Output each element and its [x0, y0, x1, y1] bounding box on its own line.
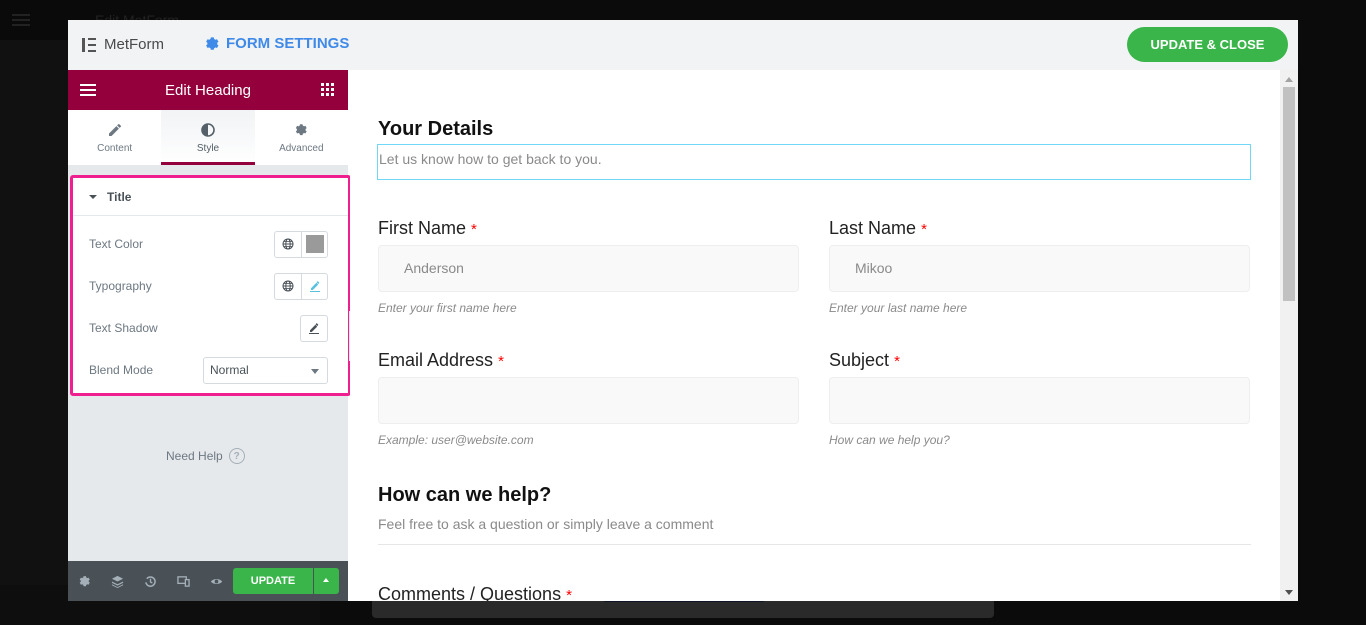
first-name-label: First Name * [378, 218, 477, 238]
text-color-picker[interactable] [301, 231, 327, 257]
email-label: Email Address * [378, 350, 504, 370]
canvas-scrollbar[interactable] [1280, 70, 1298, 601]
last-name-input[interactable]: Mikoo [829, 245, 1250, 292]
contrast-icon [201, 122, 215, 138]
caret-down-icon [89, 194, 97, 199]
first-name-help: Enter your first name here [378, 301, 517, 315]
panel-footer: UPDATE [68, 561, 348, 601]
comments-label: Comments / Questions * [378, 584, 572, 601]
update-button[interactable]: UPDATE [233, 568, 313, 594]
section-title: Title [107, 189, 132, 204]
need-help-label: Need Help [166, 449, 223, 463]
scroll-thumb[interactable] [1283, 87, 1295, 301]
title-style-section: Title Text Color Typography Text Shadow … [70, 175, 351, 396]
control-typography: Typography [73, 272, 348, 300]
blend-mode-label: Blend Mode [89, 363, 154, 377]
globe-icon [282, 280, 294, 292]
form-canvas: Your Details Let us know how to get back… [350, 70, 1280, 601]
control-text-shadow: Text Shadow [73, 314, 348, 342]
required-asterisk: * [566, 587, 572, 601]
background-menu-icon [12, 14, 30, 26]
form-settings-label: FORM SETTINGS [226, 35, 350, 52]
responsive-mode-icon[interactable] [175, 573, 191, 589]
tab-style-label: Style [196, 142, 220, 154]
subject-help: How can we help you? [829, 433, 950, 447]
panel-header: Edit Heading [68, 70, 348, 110]
text-color-label: Text Color [89, 237, 144, 251]
pencil-icon [309, 281, 320, 292]
tab-advanced[interactable]: Advanced [255, 110, 348, 165]
typography-edit-button[interactable] [301, 273, 327, 299]
text-shadow-edit-button[interactable] [301, 316, 327, 341]
email-field: Email Address * Example: user@website.co… [378, 350, 799, 447]
settings-gear-icon[interactable] [76, 573, 92, 589]
pencil-icon [309, 323, 319, 334]
global-colors-button[interactable] [275, 232, 301, 257]
last-name-label: Last Name * [829, 218, 927, 238]
last-name-help: Enter your last name here [829, 301, 968, 315]
section-toggle-title[interactable]: Title [73, 178, 348, 216]
brand: MetForm [82, 36, 164, 53]
edit-panel: Edit Heading Content Style Advanced Titl… [68, 70, 351, 601]
panel-title: Edit Heading [165, 81, 251, 99]
details-heading[interactable]: Your Details [378, 118, 493, 141]
required-asterisk: * [498, 353, 504, 370]
first-name-field: First Name * Anderson Enter your first n… [378, 218, 799, 315]
globe-icon [282, 238, 294, 250]
blend-mode-value: Normal [210, 363, 249, 377]
chevron-down-icon [311, 368, 319, 374]
history-icon[interactable] [142, 573, 158, 589]
color-swatch [305, 235, 324, 253]
typography-controls [274, 272, 328, 300]
first-name-input[interactable]: Anderson [378, 245, 799, 292]
global-typography-button[interactable] [275, 274, 301, 299]
control-text-color: Text Color [73, 230, 348, 258]
metform-modal: MetForm FORM SETTINGS UPDATE & CLOSE Edi… [68, 20, 1298, 601]
elementor-logo-icon [82, 37, 96, 52]
text-shadow-label: Text Shadow [89, 321, 158, 335]
last-name-field: Last Name * Mikoo Enter your last name h… [829, 218, 1250, 315]
text-color-controls [274, 230, 328, 258]
subject-field: Subject * How can we help you? [829, 350, 1250, 447]
update-options-button[interactable] [314, 568, 339, 594]
required-asterisk: * [921, 221, 927, 238]
help-heading[interactable]: How can we help? [378, 484, 551, 507]
update-close-button[interactable]: UPDATE & CLOSE [1127, 27, 1288, 62]
email-help: Example: user@website.com [378, 433, 534, 447]
gear-icon [294, 122, 308, 138]
pencil-icon [108, 122, 122, 138]
modal-header: MetForm FORM SETTINGS UPDATE & CLOSE [68, 20, 1298, 70]
details-subtitle[interactable]: Let us know how to get back to you. [377, 144, 1251, 180]
email-input[interactable] [378, 377, 799, 424]
layers-icon[interactable] [109, 573, 125, 589]
tab-content[interactable]: Content [68, 110, 161, 165]
help-subtitle[interactable]: Feel free to ask a question or simply le… [378, 516, 713, 532]
widgets-grid-icon[interactable] [321, 83, 334, 96]
tab-advanced-label: Advanced [279, 142, 324, 154]
subject-label: Subject * [829, 350, 900, 370]
text-shadow-controls [300, 314, 328, 342]
divider [378, 544, 1251, 545]
required-asterisk: * [894, 353, 900, 370]
tab-content-label: Content [97, 142, 133, 154]
required-asterisk: * [471, 221, 477, 238]
question-mark-icon: ? [228, 448, 245, 464]
need-help-link[interactable]: Need Help ? [166, 448, 245, 464]
form-settings-button[interactable]: FORM SETTINGS [204, 35, 349, 52]
control-blend-mode: Blend Mode Normal [73, 356, 348, 384]
scroll-up-arrow-icon[interactable] [1285, 77, 1293, 82]
brand-name: MetForm [104, 36, 164, 53]
tab-style[interactable]: Style [161, 110, 255, 165]
panel-tabs: Content Style Advanced [68, 110, 348, 165]
preview-eye-icon[interactable] [208, 573, 224, 589]
typography-label: Typography [89, 279, 152, 293]
scroll-down-arrow-icon[interactable] [1285, 590, 1293, 595]
blend-mode-select[interactable]: Normal [203, 356, 328, 384]
subject-input[interactable] [829, 377, 1250, 424]
hamburger-menu-icon[interactable] [80, 84, 96, 96]
gear-icon [206, 36, 219, 50]
